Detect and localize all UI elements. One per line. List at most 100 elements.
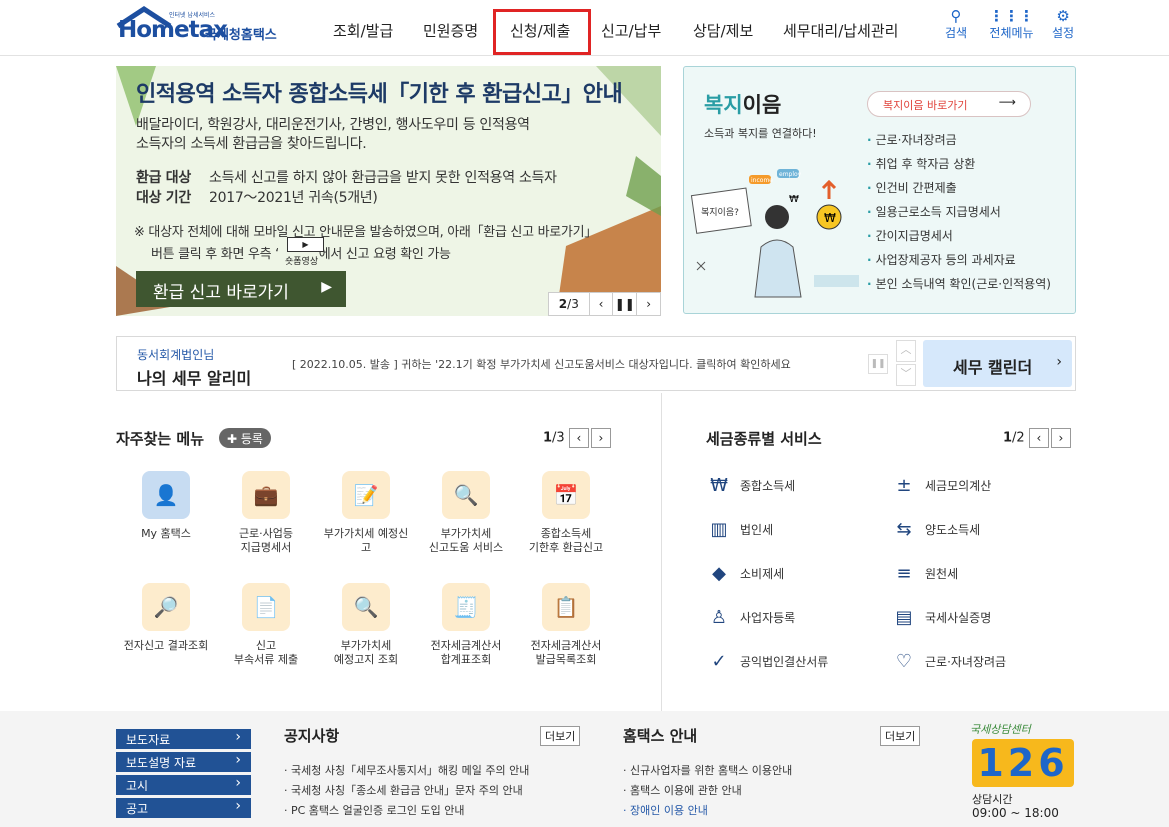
nav-consult[interactable]: 상담/제보 xyxy=(693,20,753,41)
banner-pause-button[interactable]: ❚❚ xyxy=(612,293,636,315)
guide-item[interactable]: 신규사업자를 위한 홈택스 이용안내 xyxy=(623,762,792,778)
calendar-edit-icon: 📅 xyxy=(542,471,590,519)
guide-title: 홈택스 안내 xyxy=(623,727,698,745)
all-menu-button[interactable]: ⋮⋮⋮ 전체메뉴 xyxy=(989,8,1034,41)
favorite-invoice-summary[interactable]: 🧾 전자세금계산서 합계표조회 xyxy=(416,583,516,667)
banner-prev-button[interactable]: ‹ xyxy=(588,293,613,315)
favorite-vat-help[interactable]: 🔍 부가가치세 신고도움 서비스 xyxy=(416,471,516,555)
tax-certificate[interactable]: ▤ 국세사실증명 xyxy=(891,604,991,630)
notice-title: 공지사항 xyxy=(284,727,340,745)
svg-text:₩: ₩ xyxy=(789,194,799,205)
gear-icon: ⚙ xyxy=(1056,7,1070,25)
svg-text:₩: ₩ xyxy=(824,211,836,225)
public-notice-button[interactable]: 공고 xyxy=(116,798,251,818)
refund-report-button[interactable]: 환급 신고 바로가기 ▶ xyxy=(136,271,346,307)
register-button[interactable]: ✚ 등록 xyxy=(219,428,271,448)
welfare-item[interactable]: 근로·자녀장려금 xyxy=(867,131,957,148)
welfare-illustration: 복지이음? income employ ₩ ₩ xyxy=(690,169,859,298)
announcement-button[interactable]: 고시 xyxy=(116,775,251,795)
list-search-icon: 📋 xyxy=(542,583,590,631)
welfare-item[interactable]: 사업장제공자 등의 과세자료 xyxy=(867,251,1016,268)
alert-pause-button[interactable]: ❚❚ xyxy=(868,354,888,374)
diamond-icon: ◆ xyxy=(712,562,726,584)
favorite-invoice-list[interactable]: 📋 전자세금계산서 발급목록조회 xyxy=(516,583,616,667)
banner-controls: 2/3 ‹ ❚❚ › xyxy=(548,292,661,316)
welfare-link-button[interactable]: 복지이음 바로가기 ⟶ xyxy=(867,91,1031,117)
welfare-item[interactable]: 취업 후 학자금 상환 xyxy=(867,155,976,172)
guide-item[interactable]: 장애인 이용 안내 xyxy=(623,802,708,818)
banner-next-button[interactable]: › xyxy=(636,293,660,315)
banner-text-line2: 소득자의 소득세 환급금을 찾아드립니다. xyxy=(136,136,367,152)
guide-more-button[interactable]: 더보기 xyxy=(880,726,921,746)
tax-corporate[interactable]: ▥ 법인세 xyxy=(706,516,773,542)
main-banner[interactable]: 인적용역 소득자 종합소득세「기한 후 환급신고」안내 배달라이더, 학원강사,… xyxy=(116,66,661,316)
refund-target-value: 소득세 신고를 하지 않아 환급금을 받지 못한 인적용역 소득자 xyxy=(209,170,557,186)
favorite-vat-notice[interactable]: 🔍 부가가치세 예정고지 조회 xyxy=(316,583,416,667)
alert-up-button[interactable]: ︿ xyxy=(896,340,916,362)
alert-title: 나의 세무 알리미 xyxy=(137,369,252,388)
nav-tax-agent[interactable]: 세무대리/납세관리 xyxy=(783,20,898,41)
nav-highlight-box xyxy=(493,9,591,55)
logo-subtitle: 국세청홈택스 xyxy=(205,28,277,43)
alert-down-button[interactable]: ﹀ xyxy=(896,364,916,386)
chevron-right-icon: › xyxy=(1056,354,1062,370)
tax-business-registration[interactable]: ♙ 사업자등록 xyxy=(706,604,795,630)
calculator-doc-icon: 🧾 xyxy=(442,583,490,631)
settings-button[interactable]: ⚙ 설정 xyxy=(1052,8,1074,41)
nav-report-pay[interactable]: 신고/납부 xyxy=(601,20,661,41)
search-icon: ⚲ xyxy=(950,7,962,25)
notice-item[interactable]: PC 홈택스 얼굴인증 로그인 도입 안내 xyxy=(284,802,464,818)
press-release-button[interactable]: 보도자료 xyxy=(116,729,251,749)
welfare-item[interactable]: 인건비 간편제출 xyxy=(867,179,957,196)
hometax-logo[interactable]: 인터넷 납세서비스 Hometax 국세청홈택스 xyxy=(116,6,301,46)
page-root: 인터넷 납세서비스 Hometax 국세청홈택스 조회/발급 민원증명 신청/제… xyxy=(0,0,1169,827)
tax-service-next-button[interactable]: › xyxy=(1050,428,1071,448)
call-center-number: 126 xyxy=(972,739,1074,787)
tax-global-income[interactable]: ₩ 종합소득세 xyxy=(706,472,795,498)
tax-service-prev-button[interactable]: ‹ xyxy=(1028,428,1049,448)
welfare-item[interactable]: 본인 소득내역 확인(근로·인적용역) xyxy=(867,275,1051,292)
tax-withholding[interactable]: ≡ 원천세 xyxy=(891,560,958,586)
favorite-payment-statement[interactable]: 💼 근로·사업등 지급명세서 xyxy=(216,471,316,555)
guide-item[interactable]: 홈택스 이용에 관한 안내 xyxy=(623,782,742,798)
vat-document-icon: 📝 xyxy=(342,471,390,519)
notice-more-button[interactable]: 더보기 xyxy=(540,726,581,746)
favorites-prev-button[interactable]: ‹ xyxy=(568,428,589,448)
svg-text:income: income xyxy=(751,177,773,184)
welfare-item[interactable]: 일용근로소득 지급명세서 xyxy=(867,203,1001,220)
tax-simulation[interactable]: ± 세금모의계산 xyxy=(891,472,991,498)
tax-search-icon: 🔎 xyxy=(142,583,190,631)
document-add-icon: 📄 xyxy=(242,583,290,631)
tax-consumption[interactable]: ◆ 소비제세 xyxy=(706,560,784,586)
press-explanation-button[interactable]: 보도설명 자료 xyxy=(116,752,251,772)
favorites-next-button[interactable]: › xyxy=(590,428,611,448)
tax-public-interest[interactable]: ✓ 공익법인결산서류 xyxy=(706,648,828,674)
user-register-icon: ♙ xyxy=(710,606,728,628)
alert-message[interactable]: [ 2022.10.05. 발송 ] 귀하는 '22.1기 확정 부가가치세 신… xyxy=(292,356,791,372)
tax-capital-gains[interactable]: ⇆ 양도소득세 xyxy=(891,516,980,542)
favorite-my-hometax[interactable]: 👤 My 홈택스 xyxy=(116,471,216,541)
favorite-e-filing-result[interactable]: 🔎 전자신고 결과조회 xyxy=(116,583,216,653)
tax-earned-income-credit[interactable]: ♡ 근로·자녀장려금 xyxy=(891,648,1006,674)
welfare-item[interactable]: 간이지급명세서 xyxy=(867,227,953,244)
favorite-attach-documents[interactable]: 📄 신고 부속서류 제출 xyxy=(216,583,316,667)
building-icon: ▥ xyxy=(710,518,728,540)
shorts-label: 숏폼영상 xyxy=(285,257,319,267)
tax-calendar-button[interactable]: 세무 캘린더 › xyxy=(923,340,1072,387)
notice-item[interactable]: 국세청 사칭「세무조사통지서」해킹 메일 주의 안내 xyxy=(284,762,529,778)
refund-target-label: 환급 대상 xyxy=(136,170,191,186)
tax-alert-bar: 동서회계법인님 나의 세무 알리미 [ 2022.10.05. 발송 ] 귀하는… xyxy=(116,336,1076,391)
tax-search-icon: 🔍 xyxy=(342,583,390,631)
favorite-vat-prelim[interactable]: 📝 부가가치세 예정신 고 xyxy=(316,471,416,555)
nav-lookup-issue[interactable]: 조회/발급 xyxy=(333,20,393,41)
svg-text:employ: employ xyxy=(779,171,802,178)
document-transfer-icon: ⇆ xyxy=(896,518,912,540)
search-button[interactable]: ⚲ 검색 xyxy=(945,8,967,41)
tax-service-title: 세금종류별 서비스 xyxy=(706,430,822,448)
call-center-title: 국세상담센터 xyxy=(970,723,1031,736)
nav-certificates[interactable]: 민원증명 xyxy=(423,20,478,41)
notice-item[interactable]: 국세청 사칭「종소세 환급금 안내」문자 주의 안내 xyxy=(284,782,523,798)
receipt-icon: ≡ xyxy=(896,562,912,584)
favorite-income-tax-late[interactable]: 📅 종합소득세 기한후 환급신고 xyxy=(516,471,616,555)
money-bag-icon: ₩ xyxy=(710,474,728,496)
